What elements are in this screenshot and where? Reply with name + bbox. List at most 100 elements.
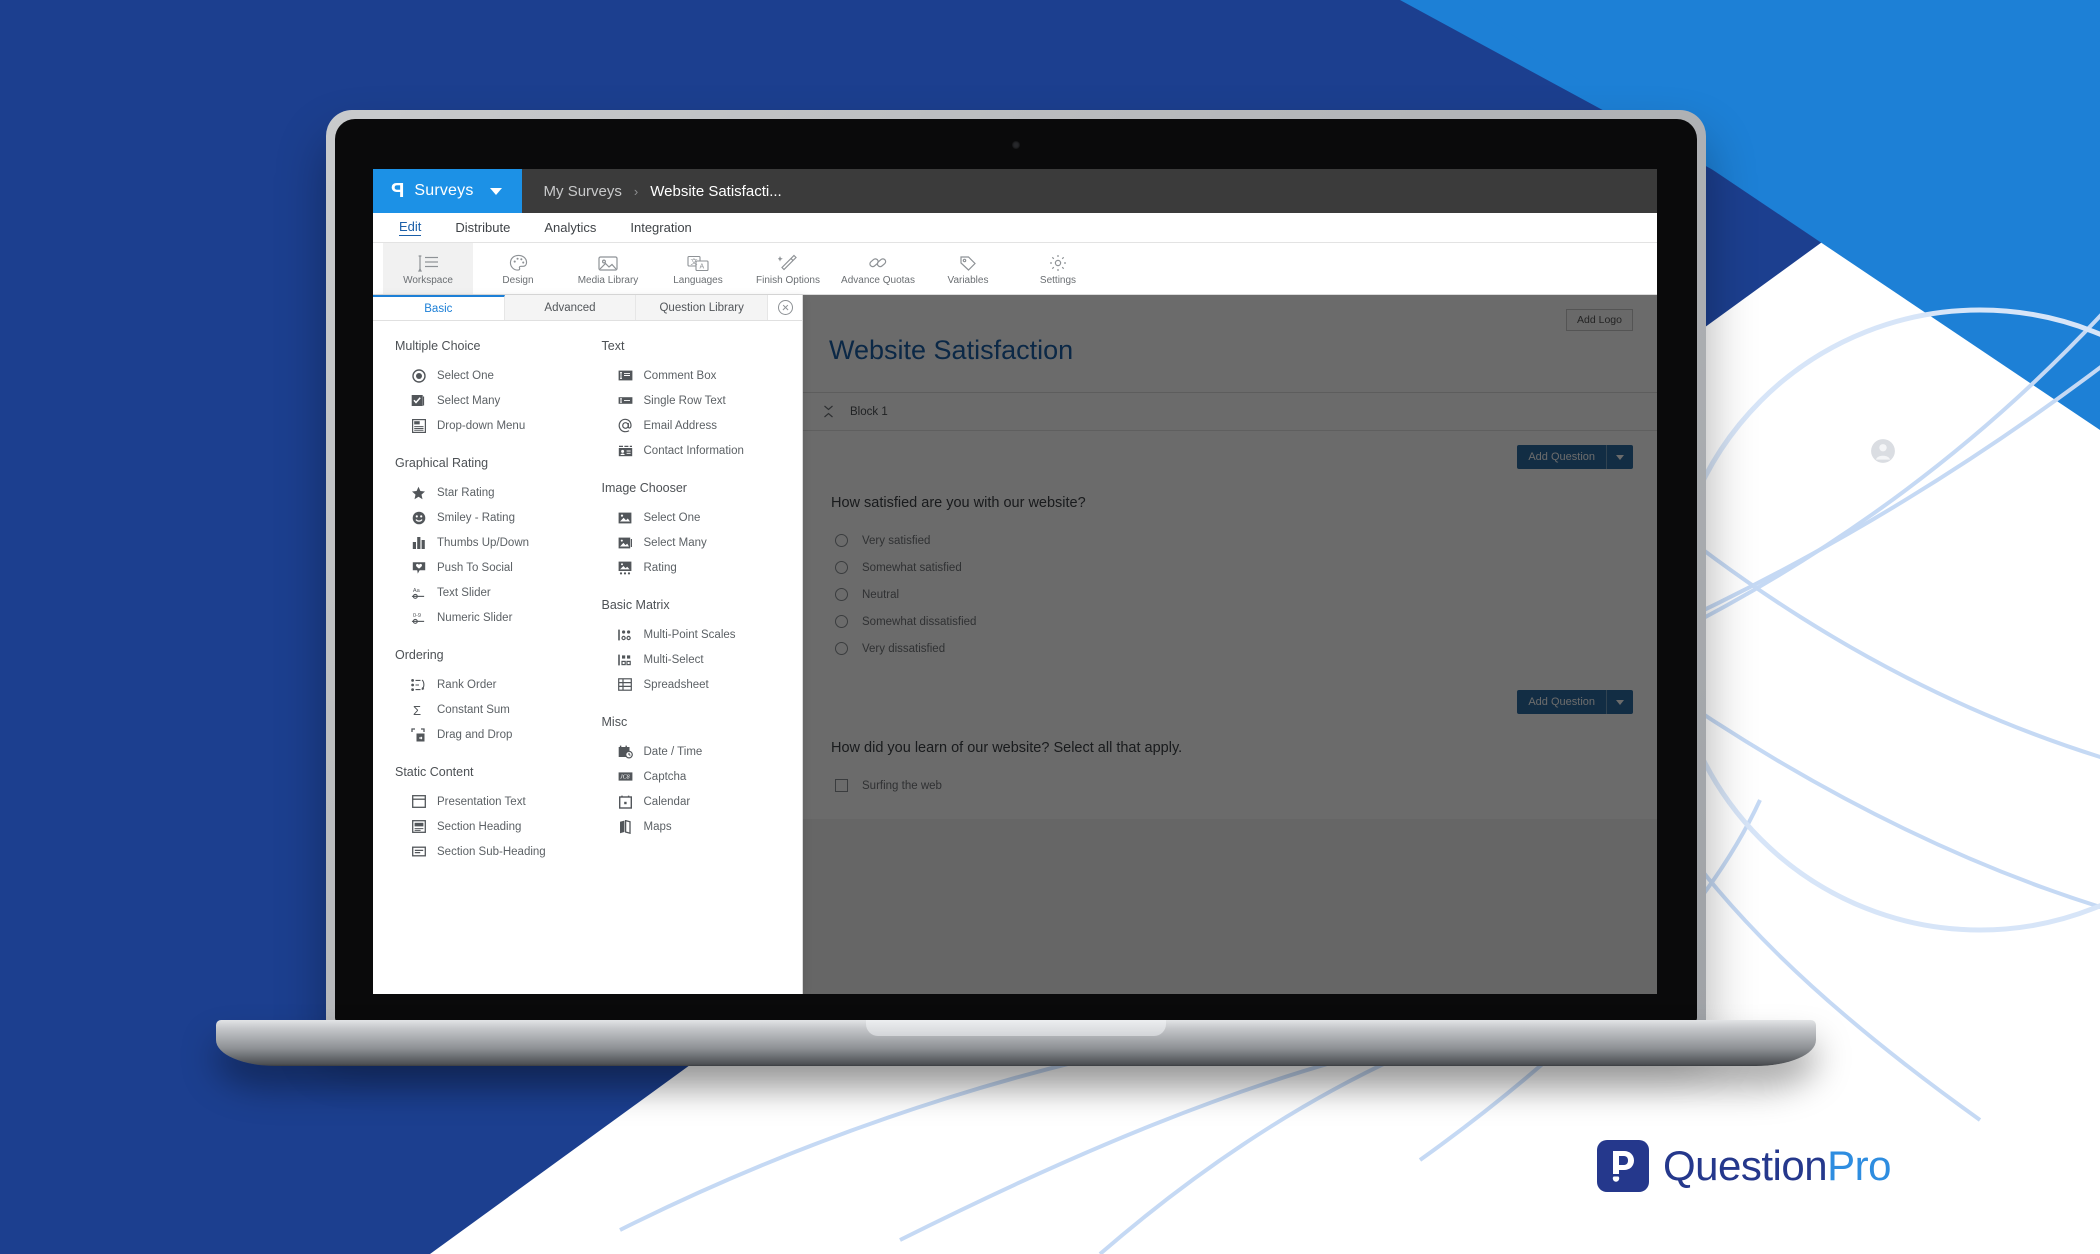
brand-surveys-dropdown[interactable]: P Surveys <box>373 169 522 213</box>
option-label: Surfing the web <box>862 779 942 792</box>
radio-button-icon <box>411 368 426 383</box>
qtype-image-select-one[interactable]: Select One <box>602 505 803 530</box>
add-question-dropdown[interactable] <box>1606 690 1633 714</box>
collapse-toggle-icon[interactable] <box>823 405 834 418</box>
ribbon-item-variables[interactable]: Variables <box>923 243 1013 294</box>
qtype-image-select-many[interactable]: Select Many <box>602 530 803 555</box>
questionpro-wordmark: QuestionPro <box>1663 1145 1891 1187</box>
close-panel-button[interactable] <box>768 295 802 320</box>
qtype-numeric-slider[interactable]: 0-9 Numeric Slider <box>395 605 588 630</box>
menu-item-analytics[interactable]: Analytics <box>544 221 596 234</box>
qtype-star-rating[interactable]: Star Rating <box>395 480 588 505</box>
qtype-drag-and-drop[interactable]: Drag and Drop <box>395 722 588 747</box>
qtype-smiley-rating[interactable]: Smiley - Rating <box>395 505 588 530</box>
image-select-one-icon <box>618 510 633 525</box>
tab-advanced[interactable]: Advanced <box>505 295 637 320</box>
qtype-date-time[interactable]: Date / Time <box>602 739 803 764</box>
qtype-label: Thumbs Up/Down <box>437 536 530 549</box>
qtype-constant-sum[interactable]: Σ Constant Sum <box>395 697 588 722</box>
qtype-dropdown-menu[interactable]: Drop-down Menu <box>395 413 588 438</box>
avatar-icon <box>1871 439 1895 463</box>
radio-button-icon[interactable] <box>835 561 848 574</box>
ribbon-item-design[interactable]: Design <box>473 243 563 294</box>
tab-basic[interactable]: Basic <box>373 295 505 320</box>
qtype-section-sub-heading[interactable]: Section Sub-Heading <box>395 839 588 864</box>
add-question-dropdown[interactable] <box>1606 445 1633 469</box>
ribbon-item-languages[interactable]: 文 A Languages <box>653 243 743 294</box>
qtype-spreadsheet[interactable]: Spreadsheet <box>602 672 803 697</box>
qtype-contact-information[interactable]: Contact Information <box>602 438 803 463</box>
option-row[interactable]: Somewhat satisfied <box>831 554 1629 581</box>
menu-item-edit[interactable]: Edit <box>399 220 422 236</box>
menu-item-integration[interactable]: Integration <box>630 221 691 234</box>
image-icon <box>598 252 618 272</box>
qtype-label: Constant Sum <box>437 703 510 716</box>
qtype-presentation-text[interactable]: Presentation Text <box>395 789 588 814</box>
qtype-calendar[interactable]: Calendar <box>602 789 803 814</box>
qtype-select-many[interactable]: Select Many <box>395 388 588 413</box>
qtype-label: Section Heading <box>437 820 522 833</box>
qtype-captcha[interactable]: JC8 Captcha <box>602 764 803 789</box>
radio-button-icon[interactable] <box>835 615 848 628</box>
qtype-label: Select One <box>437 369 494 382</box>
group-ordering: Ordering Rank Order Σ Constant Sum Drag … <box>395 648 588 747</box>
qtype-text-slider[interactable]: Aa Text Slider <box>395 580 588 605</box>
add-question-button[interactable]: Add Question <box>1517 445 1633 469</box>
option-row[interactable]: Very dissatisfied <box>831 635 1629 662</box>
qtype-label: Single Row Text <box>643 394 726 407</box>
qtype-label: Smiley - Rating <box>437 511 515 524</box>
option-row[interactable]: Somewhat dissatisfied <box>831 608 1629 635</box>
tab-question-library[interactable]: Question Library <box>636 295 769 320</box>
qtype-email-address[interactable]: Email Address <box>602 413 803 438</box>
breadcrumb: My Surveys › Website Satisfacti... <box>522 169 782 213</box>
qtype-label: Text Slider <box>437 586 491 599</box>
option-row[interactable]: Neutral <box>831 581 1629 608</box>
qtype-comment-box[interactable]: Comment Box <box>602 363 803 388</box>
drag-drop-icon <box>411 727 426 742</box>
qtype-label: Rank Order <box>437 678 497 691</box>
ribbon-item-workspace[interactable]: Workspace <box>383 243 473 294</box>
spreadsheet-icon <box>618 677 633 692</box>
logo-word-pro: Pro <box>1827 1142 1891 1189</box>
option-row[interactable]: Very satisfied <box>831 527 1629 554</box>
checkbox-icon[interactable] <box>835 779 848 792</box>
qtype-thumbs-up-down[interactable]: Thumbs Up/Down <box>395 530 588 555</box>
qtype-label: Numeric Slider <box>437 611 513 624</box>
contact-card-icon <box>618 443 633 458</box>
group-title: Multiple Choice <box>395 339 481 353</box>
ribbon-item-finish-options[interactable]: Finish Options <box>743 243 833 294</box>
qtype-label: Calendar <box>643 795 691 808</box>
qtype-push-to-social[interactable]: Push To Social <box>395 555 588 580</box>
radio-button-icon[interactable] <box>835 642 848 655</box>
add-logo-button[interactable]: Add Logo <box>1566 309 1633 331</box>
ribbon-item-advance-quotas[interactable]: Advance Quotas <box>833 243 923 294</box>
option-row[interactable]: Surfing the web <box>831 772 1629 799</box>
panel-column-right: Text Comment Box Single Row Text Email A… <box>588 339 803 882</box>
date-time-icon <box>618 744 633 759</box>
radio-button-icon[interactable] <box>835 588 848 601</box>
panel-body: Multiple Choice Select One Select Many D… <box>373 321 802 882</box>
radio-button-icon[interactable] <box>835 534 848 547</box>
qtype-multi-point-scales[interactable]: Multi-Point Scales <box>602 622 803 647</box>
qtype-rank-order[interactable]: Rank Order <box>395 672 588 697</box>
block-header: Block 1 <box>803 393 1657 431</box>
qtype-maps[interactable]: Maps <box>602 814 803 839</box>
chevron-down-icon[interactable] <box>489 187 502 195</box>
laptop-bezel: P Surveys My Surveys › Website Satisfact… <box>335 119 1697 1022</box>
ribbon-item-media-library[interactable]: Media Library <box>563 243 653 294</box>
group-graphical-rating: Graphical Rating Star Rating Smiley - Ra… <box>395 456 588 630</box>
qtype-label: Select Many <box>643 536 707 549</box>
menu-item-distribute[interactable]: Distribute <box>455 221 510 234</box>
smiley-icon <box>411 510 426 525</box>
qtype-section-heading[interactable]: Section Heading <box>395 814 588 839</box>
qtype-multi-select[interactable]: Multi-Select <box>602 647 803 672</box>
ribbon-item-settings[interactable]: Settings <box>1013 243 1103 294</box>
multi-select-icon <box>617 652 633 667</box>
qtype-image-rating[interactable]: Rating <box>602 555 803 580</box>
qtype-label: Maps <box>643 820 672 833</box>
qtype-single-row-text[interactable]: Single Row Text <box>602 388 803 413</box>
add-question-button[interactable]: Add Question <box>1517 690 1633 714</box>
laptop-lid: P Surveys My Surveys › Website Satisfact… <box>326 110 1706 1030</box>
breadcrumb-my-surveys[interactable]: My Surveys <box>544 183 622 200</box>
qtype-select-one[interactable]: Select One <box>395 363 588 388</box>
